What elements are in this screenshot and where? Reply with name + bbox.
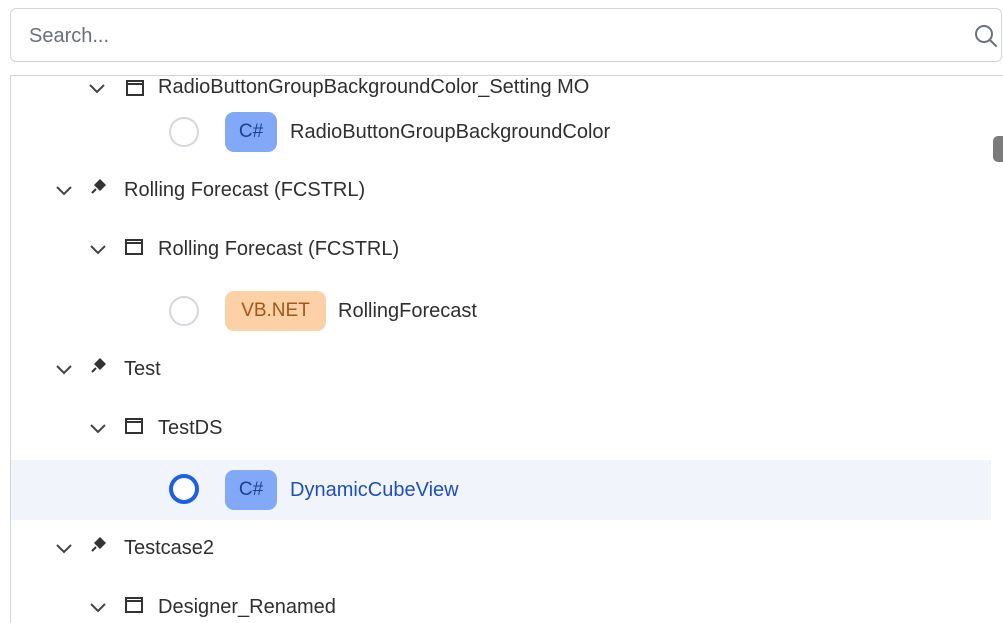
tree-row-label: RadioButtonGroupBackgroundColor <box>290 121 611 143</box>
search-icon[interactable] <box>973 23 999 49</box>
tree-row-folder[interactable]: Rolling Forecast (FCSTRL) <box>11 221 991 279</box>
select-radio-checked[interactable] <box>169 474 199 504</box>
window-icon <box>126 80 144 96</box>
chevron-down-icon[interactable] <box>87 597 109 619</box>
tree-row-item-selected[interactable]: C# DynamicCubeView <box>11 460 991 520</box>
window-icon <box>125 597 143 613</box>
chevron-down-icon[interactable] <box>87 418 109 440</box>
tree-row-folder[interactable]: Designer_Renamed <box>11 579 991 623</box>
chevron-down-icon[interactable] <box>86 78 108 100</box>
tree-row-group[interactable]: Rolling Forecast (FCSTRL) <box>11 162 991 220</box>
eraser-icon <box>91 179 106 194</box>
scrollbar-thumb[interactable] <box>993 136 1003 162</box>
select-radio[interactable] <box>169 296 199 326</box>
tree-row-group[interactable]: Testcase2 <box>11 520 991 578</box>
chevron-down-icon[interactable] <box>87 239 109 261</box>
chevron-down-icon[interactable] <box>53 359 75 381</box>
window-icon <box>125 418 143 434</box>
tree-row-folder[interactable]: TestDS <box>11 400 991 458</box>
tree-row-folder[interactable]: RadioButtonGroupBackgroundColor_Setting … <box>11 76 991 104</box>
csharp-badge: C# <box>225 470 277 510</box>
search-box[interactable] <box>10 8 1002 63</box>
tree-row-item[interactable]: VB.NET RollingForecast <box>11 283 991 341</box>
tree-row-label: Rolling Forecast (FCSTRL) <box>124 179 366 201</box>
tree-panel[interactable]: RadioButtonGroupBackgroundColor_Setting … <box>10 75 1003 623</box>
chevron-down-icon[interactable] <box>53 538 75 560</box>
tree-row-label: Test <box>124 358 161 380</box>
tree-row-label: DynamicCubeView <box>290 479 459 501</box>
eraser-icon <box>91 358 106 373</box>
chevron-down-icon[interactable] <box>53 180 75 202</box>
eraser-icon <box>91 537 106 552</box>
tree-row-item[interactable]: C# RadioButtonGroupBackgroundColor <box>11 104 991 162</box>
tree-row-label: RadioButtonGroupBackgroundColor_Setting … <box>158 76 590 98</box>
tree-row-group[interactable]: Test <box>11 341 991 399</box>
csharp-badge: C# <box>225 112 277 152</box>
search-input[interactable] <box>27 9 961 63</box>
tree-row-label: Designer_Renamed <box>158 596 336 618</box>
select-radio[interactable] <box>169 117 199 147</box>
tree-row-label: TestDS <box>158 417 223 439</box>
window-icon <box>125 239 143 255</box>
tree-row-label: RollingForecast <box>338 300 477 322</box>
vbnet-badge: VB.NET <box>225 291 326 331</box>
tree-row-label: Testcase2 <box>124 537 215 559</box>
tree-row-label: Rolling Forecast (FCSTRL) <box>158 238 400 260</box>
